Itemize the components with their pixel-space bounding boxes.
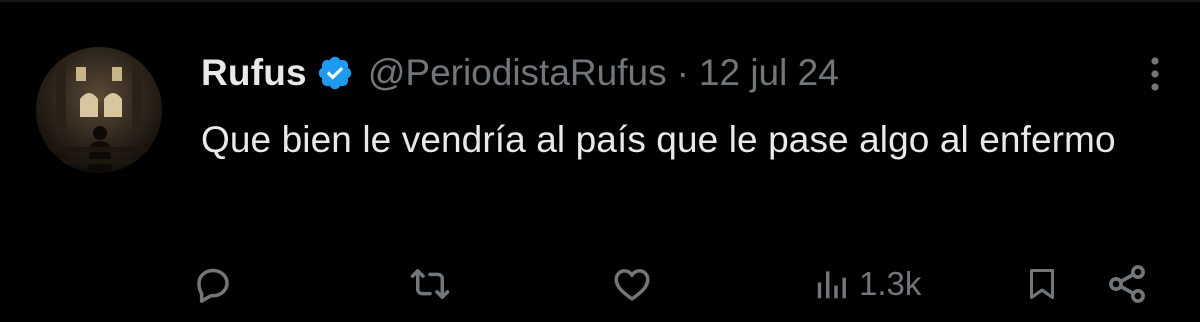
bookmark-button[interactable] [1024,262,1060,306]
views-count: 1.3k [859,265,922,302]
tweet-text: Que bien le vendría al país que le pase … [201,119,1116,160]
reply-icon [192,263,234,305]
views-bar-chart-icon [813,264,851,304]
share-button[interactable] [1105,262,1149,306]
tweet[interactable]: Rufus @PeriodistaRufus · 12 jul 24 Que b… [0,0,1200,322]
separator-dot: · [676,52,689,93]
tweet-header: Rufus @PeriodistaRufus · 12 jul 24 [201,50,839,96]
heart-icon [610,263,654,305]
timestamp[interactable]: 12 jul 24 [699,52,839,94]
like-button[interactable] [610,262,654,306]
verified-badge-icon [316,54,354,92]
more-vertical-icon[interactable] [1145,54,1165,94]
reply-button[interactable] [192,262,234,306]
retweet-icon [408,263,452,305]
retweet-button[interactable] [408,262,452,306]
handle[interactable]: @PeriodistaRufus [368,52,667,94]
avatar-image [36,47,162,173]
avatar[interactable] [36,47,162,173]
views-button[interactable]: 1.3k [813,262,921,306]
bookmark-icon [1024,263,1060,305]
display-name[interactable]: Rufus [201,52,307,94]
share-icon [1105,262,1149,306]
